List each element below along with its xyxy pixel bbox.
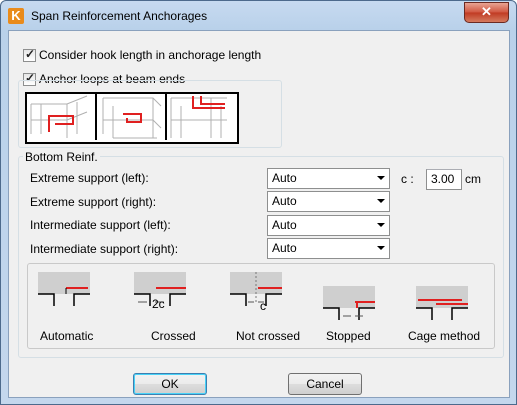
method-automatic-icon [38,272,90,306]
intermediate-support-left-value: Auto [272,218,297,232]
method-cage-label: Cage method [408,329,481,343]
anchor-type-2-option[interactable] [97,94,167,140]
hook-length-label[interactable]: Consider hook length in anchorage length [39,48,261,62]
anchor-loop-2-icon [102,97,162,139]
anchor-loop-3-icon [170,96,227,138]
extreme-support-right-value: Auto [272,194,297,208]
app-logo-icon: K [8,8,24,24]
window-title: Span Reinforcement Anchorages [31,9,208,23]
extreme-support-left-value: Auto [272,171,297,185]
c-value-text: 3.00 [431,172,455,186]
title-bar[interactable]: K Span Reinforcement Anchorages ✕ [1,1,516,31]
dialog-window: K Span Reinforcement Anchorages ✕ Consid… [0,0,517,405]
chevron-down-icon [377,199,385,203]
method-not-crossed-icon [230,272,282,306]
chevron-down-icon [377,176,385,180]
cancel-button[interactable]: Cancel [288,373,362,395]
extreme-support-right-label: Extreme support (right): [30,195,157,209]
anchor-type-3-option[interactable] [167,94,235,140]
intermediate-support-left-label: Intermediate support (left): [30,218,171,232]
ok-button[interactable]: OK [133,373,207,395]
close-button[interactable]: ✕ [464,2,509,23]
extreme-support-left-dropdown[interactable]: Auto [267,168,390,189]
method-crossed-annotation: 2c [152,297,165,311]
method-not-crossed-option[interactable]: c [230,272,282,328]
intermediate-support-right-dropdown[interactable]: Auto [267,238,390,259]
method-automatic-option[interactable] [38,272,90,328]
c-label: c : [401,172,414,186]
intermediate-support-left-dropdown[interactable]: Auto [267,215,390,236]
dialog-client-area: Consider hook length in anchorage length… [8,30,510,398]
anchor-type-selector [25,92,239,144]
intermediate-support-right-label: Intermediate support (right): [30,242,179,256]
method-crossed-option[interactable]: 2c [134,272,186,328]
method-not-crossed-label: Not crossed [236,329,301,343]
method-cage-icon [416,286,468,320]
intermediate-support-right-value: Auto [272,241,297,255]
hook-length-checkbox[interactable] [23,47,36,62]
chevron-down-icon [377,223,385,227]
method-crossed-label: Crossed [151,329,196,343]
bottom-reinf-legend: Bottom Reinf. [23,150,100,164]
c-unit-label: cm [465,172,481,186]
method-automatic-label: Automatic [40,329,94,343]
method-stopped-label: Stopped [326,329,371,343]
c-value-input[interactable]: 3.00 [426,169,462,190]
extreme-support-left-label: Extreme support (left): [30,171,149,185]
anchor-type-1-option[interactable] [27,94,97,140]
method-crossed-icon [134,272,186,306]
method-not-crossed-annotation: c [260,299,266,313]
anchor-loop-1-icon [30,95,88,138]
method-stopped-icon [323,286,375,320]
chevron-down-icon [377,246,385,250]
extreme-support-right-dropdown[interactable]: Auto [267,191,390,212]
